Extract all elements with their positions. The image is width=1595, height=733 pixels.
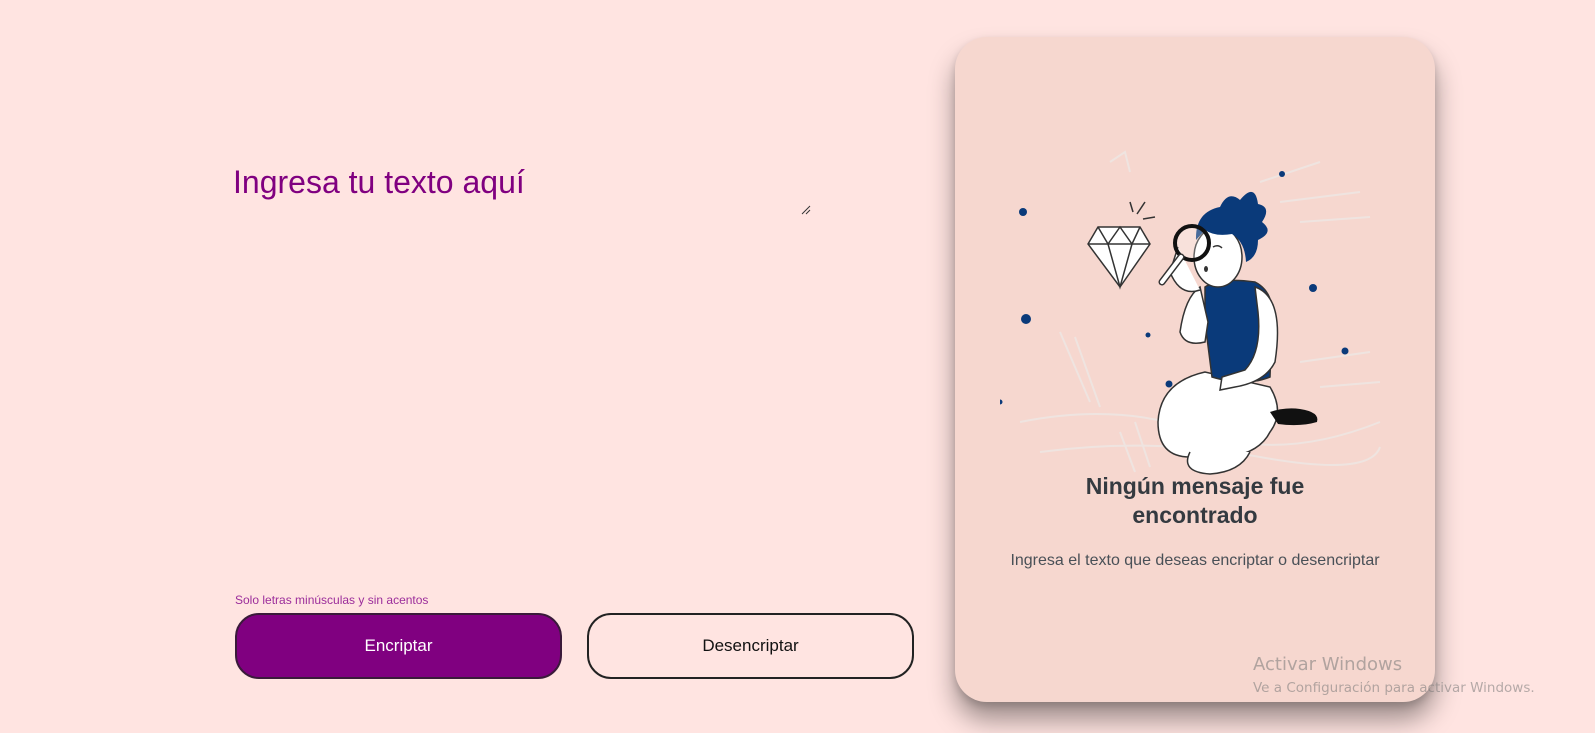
decrypt-button[interactable]: Desencriptar bbox=[587, 613, 914, 679]
watermark-title: Activar Windows bbox=[1253, 654, 1403, 675]
output-subtitle: Ingresa el texto que deseas encriptar o … bbox=[1010, 552, 1380, 569]
output-panel: Ningún mensaje fue encontrado Ingresa el… bbox=[955, 37, 1435, 702]
windows-activation-watermark: Activar Windows Ve a Configuración para … bbox=[1253, 654, 1535, 696]
encrypt-button[interactable]: Encriptar bbox=[235, 613, 562, 679]
message-input[interactable] bbox=[233, 164, 813, 218]
watermark-subtitle: Ve a Configuración para activar Windows. bbox=[1253, 680, 1535, 696]
output-title: Ningún mensaje fue encontrado bbox=[1085, 473, 1305, 528]
input-hint: Solo letras minúsculas y sin acentos bbox=[235, 593, 429, 607]
resize-handle-icon[interactable] bbox=[801, 205, 811, 215]
person-with-magnifier-illustration-icon bbox=[1000, 150, 1381, 475]
